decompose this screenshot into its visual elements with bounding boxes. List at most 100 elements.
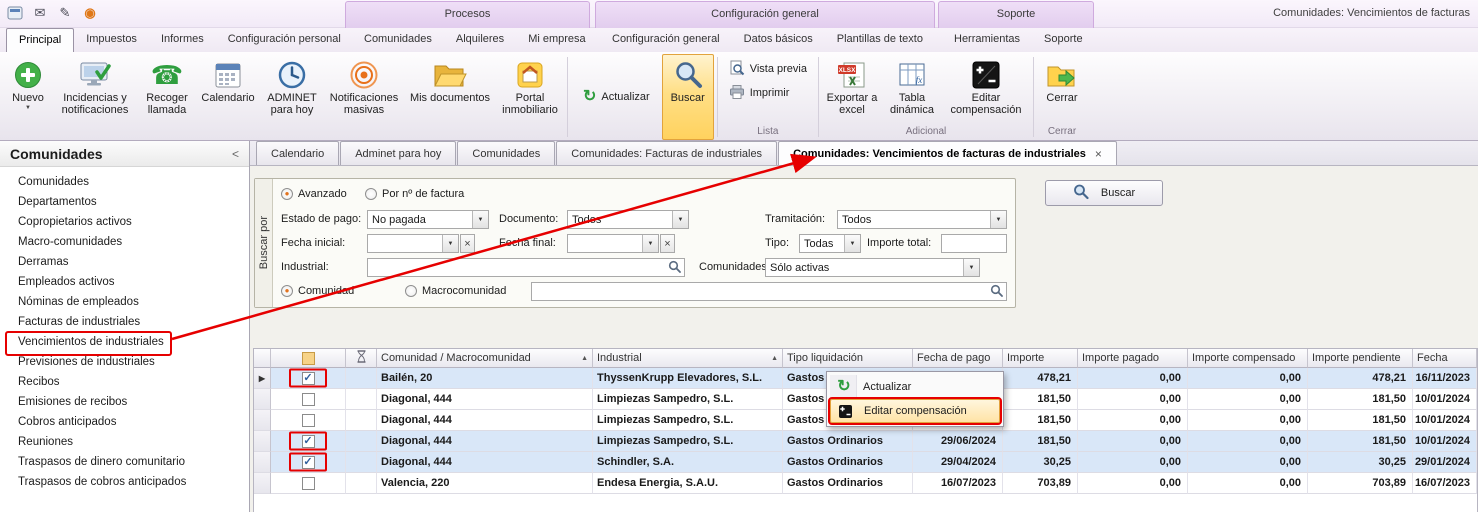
sidebar-item-comunidades[interactable]: Comunidades: [0, 172, 249, 192]
exportar-excel-button[interactable]: XLSX Exportar a excel: [822, 54, 882, 125]
help-icon[interactable]: ◉: [81, 4, 99, 22]
tipo-select[interactable]: Todas ▼: [799, 234, 861, 253]
sidebar-item-empleados-activos[interactable]: Empleados activos: [0, 272, 249, 292]
incidencias-button[interactable]: Incidencias y notificaciones: [52, 54, 138, 140]
ribbon-tab-herramientas[interactable]: Herramientas: [942, 28, 1032, 52]
chevron-down-icon[interactable]: ▼: [990, 211, 1006, 228]
ribbon-tab-principal[interactable]: Principal: [6, 28, 74, 52]
header-industrial[interactable]: Industrial▲: [593, 349, 783, 368]
estado-de-pago-select[interactable]: No pagada ▼: [367, 210, 489, 229]
row-checkbox[interactable]: [302, 414, 315, 427]
importe-total-input[interactable]: [941, 234, 1007, 253]
buscar-panel-button[interactable]: Buscar: [1045, 180, 1163, 206]
sidebar-item-derramas[interactable]: Derramas: [0, 252, 249, 272]
table-row[interactable]: ✓ Diagonal, 444 Limpiezas Sampedro, S.L.…: [254, 431, 1477, 452]
select-all-header[interactable]: [271, 349, 346, 368]
chevron-down-icon[interactable]: ▼: [642, 235, 658, 252]
checkbox-cell[interactable]: [271, 410, 346, 431]
ribbon-tab-informes[interactable]: Informes: [149, 28, 216, 52]
sidebar-item-departamentos[interactable]: Departamentos: [0, 192, 249, 212]
busqueda-input[interactable]: [531, 282, 1007, 301]
row-checkbox[interactable]: [302, 393, 315, 406]
documento-select[interactable]: Todos ▼: [567, 210, 689, 229]
radio-avanzado[interactable]: ● Avanzado: [281, 186, 347, 202]
chevron-down-icon[interactable]: ▼: [472, 211, 488, 228]
doc-tab-adminet-para-hoy[interactable]: Adminet para hoy: [340, 141, 456, 165]
chevron-down-icon[interactable]: ▼: [672, 211, 688, 228]
notificaciones-masivas-button[interactable]: Notificaciones masivas: [324, 54, 404, 140]
sidebar-item-macro-comunidades[interactable]: Macro-comunidades: [0, 232, 249, 252]
adminet-hoy-button[interactable]: ADMINET para hoy: [260, 54, 324, 140]
clear-icon[interactable]: ×: [660, 234, 675, 253]
mis-documentos-button[interactable]: Mis documentos: [404, 54, 496, 140]
comunidades-select[interactable]: Sólo activas ▼: [765, 258, 980, 277]
ribbon-tab-impuestos[interactable]: Impuestos: [74, 28, 149, 52]
sidebar-item-cobros-anticipados[interactable]: Cobros anticipados: [0, 412, 249, 432]
context-menu-item-editar-compensacion[interactable]: Editar compensación: [830, 399, 1000, 423]
ribbon-tab-soporte[interactable]: Soporte: [1032, 28, 1095, 52]
checkbox-cell[interactable]: ✓: [271, 431, 346, 452]
radio-por-numero-factura[interactable]: Por nº de factura: [365, 186, 464, 202]
header-tipo-liquidacion[interactable]: Tipo liquidación: [783, 349, 913, 368]
header-comunidad[interactable]: Comunidad / Macrocomunidad▲: [377, 349, 593, 368]
header-fecha-de-pago[interactable]: Fecha de pago: [913, 349, 1003, 368]
ribbon-tab-alquileres[interactable]: Alquileres: [444, 28, 516, 52]
buscar-button[interactable]: Buscar: [662, 54, 714, 140]
checkbox-cell[interactable]: [271, 389, 346, 410]
header-importe-compensado[interactable]: Importe compensado: [1188, 349, 1308, 368]
chevron-down-icon[interactable]: ▼: [442, 235, 458, 252]
header-importe-pendiente[interactable]: Importe pendiente: [1308, 349, 1413, 368]
ribbon-tab-mi-empresa[interactable]: Mi empresa: [516, 28, 597, 52]
tramitacion-select[interactable]: Todos ▼: [837, 210, 1007, 229]
doc-tab-calendario[interactable]: Calendario: [256, 141, 339, 165]
mail-icon[interactable]: ✉: [31, 4, 49, 22]
ribbon-tab-plantillas[interactable]: Plantillas de texto: [825, 28, 935, 52]
sidebar-item-copropietarios-activos[interactable]: Copropietarios activos: [0, 212, 249, 232]
clear-icon[interactable]: ×: [460, 234, 475, 253]
row-checkbox[interactable]: ✓: [302, 435, 315, 448]
sidebar-item-recibos[interactable]: Recibos: [0, 372, 249, 392]
doc-tab-comunidades[interactable]: Comunidades: [457, 141, 555, 165]
recoger-llamada-button[interactable]: ☎ Recoger llamada: [138, 54, 196, 140]
close-icon[interactable]: ×: [1095, 147, 1102, 161]
table-row[interactable]: ✓ Diagonal, 444 Schindler, S.A. Gastos O…: [254, 452, 1477, 473]
nuevo-button[interactable]: Nuevo ▼: [4, 54, 52, 140]
fecha-final-input[interactable]: ▼: [567, 234, 659, 253]
calendario-button[interactable]: Calendario: [196, 54, 260, 140]
doc-tab-facturas-industriales[interactable]: Comunidades: Facturas de industriales: [556, 141, 777, 165]
chevron-down-icon[interactable]: ▼: [963, 259, 979, 276]
ribbon-tab-configuracion-personal[interactable]: Configuración personal: [216, 28, 353, 52]
collapse-icon[interactable]: <: [232, 147, 239, 161]
radio-comunidad[interactable]: ● Comunidad: [281, 283, 354, 299]
fecha-inicial-input[interactable]: ▼: [367, 234, 459, 253]
portal-inmobiliario-button[interactable]: Portal inmobiliario: [496, 54, 564, 140]
select-all-checkbox[interactable]: [302, 352, 315, 365]
row-checkbox[interactable]: ✓: [302, 372, 315, 385]
sidebar-item-facturas-de-industriales[interactable]: Facturas de industriales: [0, 312, 249, 332]
ribbon-tab-datos-basicos[interactable]: Datos básicos: [732, 28, 825, 52]
header-importe[interactable]: Importe: [1003, 349, 1078, 368]
vista-previa-button[interactable]: Vista previa: [721, 58, 815, 80]
context-menu-item-actualizar[interactable]: ↻ Actualizar: [830, 375, 1000, 399]
checkbox-cell[interactable]: [271, 473, 346, 494]
sidebar-item-reuniones[interactable]: Reuniones: [0, 432, 249, 452]
checkbox-cell[interactable]: ✓: [271, 368, 346, 389]
sidebar-item-nominas-de-empleados[interactable]: Nóminas de empleados: [0, 292, 249, 312]
header-importe-pagado[interactable]: Importe pagado: [1078, 349, 1188, 368]
doc-tab-vencimientos-facturas[interactable]: Comunidades: Vencimientos de facturas de…: [778, 141, 1117, 165]
edit-icon[interactable]: ✎: [56, 4, 74, 22]
cerrar-button[interactable]: Cerrar: [1037, 54, 1087, 125]
tabla-dinamica-button[interactable]: fx Tabla dinámica: [882, 54, 942, 125]
sidebar-item-emisiones-de-recibos[interactable]: Emisiones de recibos: [0, 392, 249, 412]
industrial-input[interactable]: [367, 258, 685, 277]
search-icon[interactable]: [990, 284, 1003, 300]
sidebar-item-previsiones-de-industriales[interactable]: Previsiones de industriales: [0, 352, 249, 372]
expiry-column-header[interactable]: [346, 349, 377, 368]
ribbon-tab-configuracion-general[interactable]: Configuración general: [600, 28, 732, 52]
sidebar-item-traspasos-cobros[interactable]: Traspasos de cobros anticipados: [0, 472, 249, 492]
actualizar-button[interactable]: ↻ Actualizar: [575, 86, 658, 108]
checkbox-cell[interactable]: ✓: [271, 452, 346, 473]
search-icon[interactable]: [668, 260, 681, 276]
ribbon-tab-comunidades[interactable]: Comunidades: [352, 28, 444, 52]
imprimir-button[interactable]: Imprimir: [721, 82, 815, 104]
